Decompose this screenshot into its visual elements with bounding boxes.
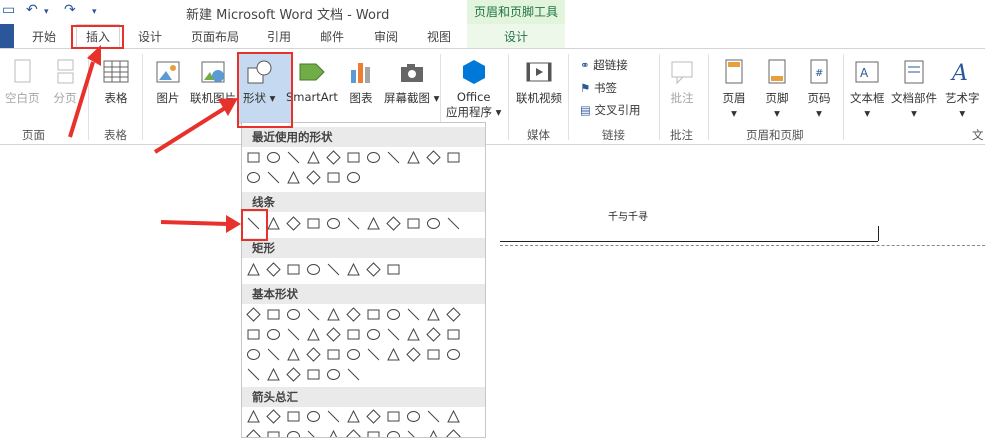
arrow-to-insert-tab	[68, 61, 95, 138]
arrowhead-shapes	[218, 98, 238, 116]
arrow-to-line	[160, 220, 229, 226]
arrowhead-line	[226, 215, 241, 233]
annotation-arrows	[68, 45, 241, 233]
arrow-to-shapes	[153, 106, 227, 154]
